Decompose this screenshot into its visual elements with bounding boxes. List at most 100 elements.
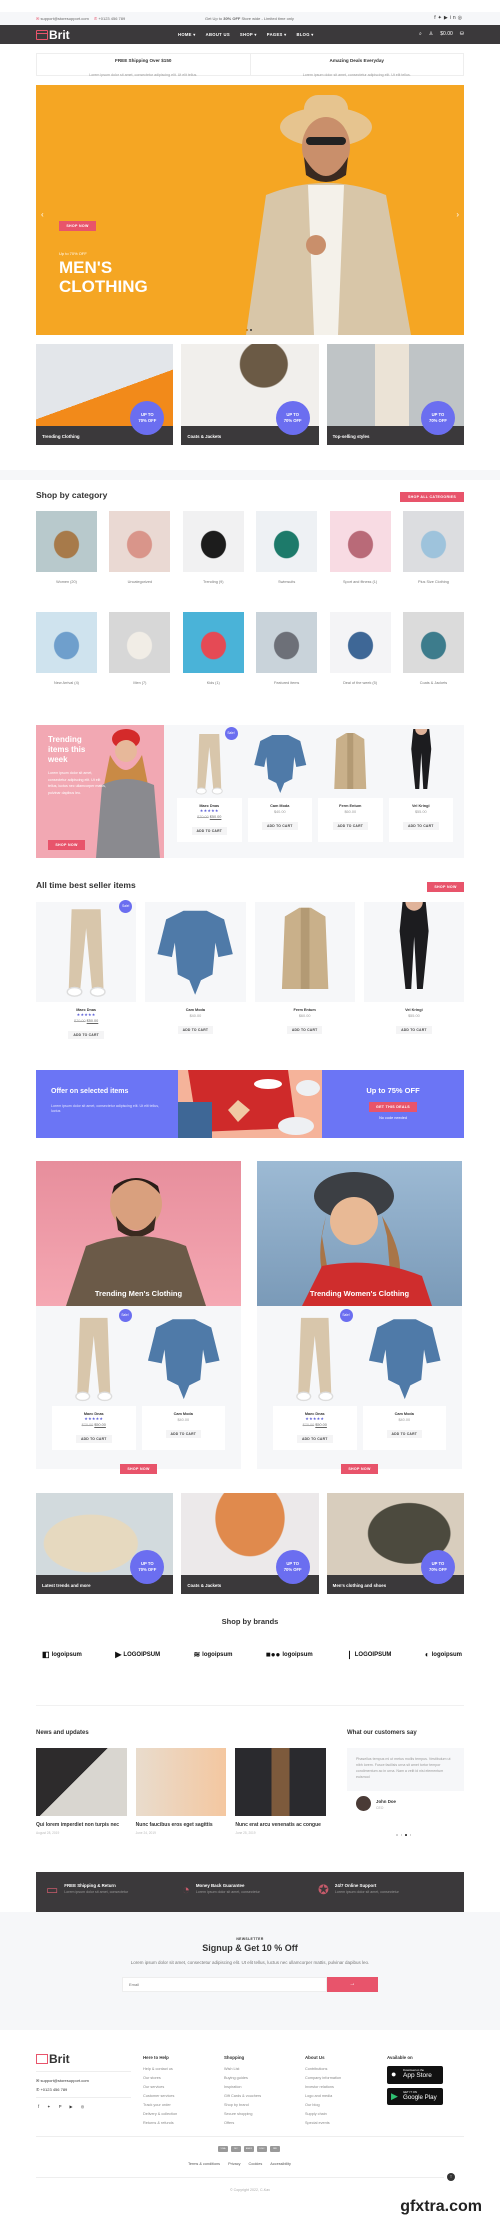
footer-link[interactable]: Returns & refunds <box>143 2119 177 2128</box>
add-to-cart-button[interactable]: ADD TO CART <box>297 1435 333 1443</box>
linkedin-icon[interactable]: in <box>450 15 458 21</box>
news-card[interactable]: Nunc erat arcu venenatis ac congue June 2… <box>235 1748 327 1835</box>
slider-dot[interactable] <box>396 1834 398 1836</box>
news-card[interactable]: Qui lorem imperdiet non turpis nec August… <box>36 1748 127 1835</box>
brand-logo[interactable]: ■●● logoipsum <box>266 1650 313 1659</box>
footer-link[interactable]: Supply chain <box>305 2110 341 2119</box>
legal-link[interactable]: Privacy <box>228 2162 240 2166</box>
product-card[interactable]: Cam Moda $40.00 ADD TO CART <box>141 1311 226 1450</box>
promo-tile[interactable]: UP TO 70% OFF Top-selling styles <box>326 344 464 445</box>
legal-link[interactable]: Cookies <box>249 2162 263 2166</box>
google-play-button[interactable]: ▶ GET IT ON Google Play <box>387 2088 443 2105</box>
instagram-icon[interactable]: ◎ <box>458 15 464 21</box>
shop-all-categories-button[interactable]: SHOP ALL CATEGORIES <box>400 492 464 502</box>
trending-shop-now-button[interactable]: SHOP NOW <box>48 840 85 850</box>
nav-about[interactable]: ABOUT US <box>206 32 230 37</box>
cart-total[interactable]: $0.00 <box>440 31 453 37</box>
footer-phone[interactable]: ✆ +0123 456 789 <box>36 2087 67 2092</box>
nav-pages[interactable]: PAGES ▾ <box>267 32 287 37</box>
footer-link[interactable]: Logo and media <box>305 2092 341 2101</box>
category-card[interactable]: Plus Size Clothing <box>402 511 464 584</box>
slider-next-icon[interactable]: › <box>456 210 459 219</box>
newsletter-submit-button[interactable]: → <box>327 1977 378 1992</box>
slider-dot[interactable] <box>250 329 252 331</box>
footer-link[interactable]: Help & contact us <box>143 2065 177 2074</box>
product-card[interactable]: Sale! Maec Dnas ★★★★★ $70.00 $50.00 ADD TO C… <box>52 1309 136 1450</box>
add-to-cart-button[interactable]: ADD TO CART <box>386 1430 422 1438</box>
product-card[interactable]: Vel Kringi $55.00 ADD TO CART <box>363 893 464 1046</box>
nav-blog[interactable]: BLOG ▾ <box>297 32 314 37</box>
category-card[interactable]: Trending (9) <box>182 511 244 584</box>
add-to-cart-button[interactable]: ADD TO CART <box>396 1026 432 1034</box>
brand-logo[interactable]: ◧ logoipsum <box>42 1650 82 1659</box>
app-store-button[interactable]: ● Download on the App Store <box>387 2066 443 2084</box>
footer-link[interactable]: Company information <box>305 2074 341 2083</box>
footer-link[interactable]: Offers <box>224 2119 261 2128</box>
footer-link[interactable]: Inspiration <box>224 2083 261 2092</box>
promo-tile[interactable]: UP TO 70% OFF Men's clothing and shoes <box>326 1493 464 1594</box>
category-card[interactable]: New Arrival (4) <box>36 612 97 685</box>
add-to-cart-button[interactable]: ADD TO CART <box>286 1026 323 1034</box>
footer-link[interactable]: Special events <box>305 2119 341 2128</box>
slider-dot[interactable] <box>246 329 248 331</box>
footer-link[interactable]: Customer services <box>143 2092 177 2101</box>
hero-shop-now-button[interactable]: SHOP NOW <box>59 221 96 231</box>
search-icon[interactable]: ⌕ <box>419 31 422 37</box>
product-name[interactable]: Cam Moda <box>142 1412 226 1416</box>
category-card[interactable]: Coats & Jackets <box>402 612 464 685</box>
product-card[interactable]: Cam Moda $40.00 ADD TO CART <box>145 902 246 1046</box>
product-card[interactable]: Sale! Maec Dnas ★★★★★ $70.00 $50.00 ADD TO C… <box>36 900 137 1046</box>
footer-link[interactable]: Our services <box>143 2083 177 2092</box>
add-to-cart-button[interactable]: ADD TO CART <box>403 822 439 830</box>
category-card[interactable]: Featured items <box>256 612 318 685</box>
footer-link[interactable]: Wish List <box>224 2065 261 2074</box>
bestseller-shop-now-button[interactable]: SHOP NOW <box>427 882 464 892</box>
product-card[interactable]: Vel Kringi $55.00 ADD TO CART <box>388 723 453 842</box>
footer-email[interactable]: ✉ support@storesupport.com <box>36 2078 89 2083</box>
news-title[interactable]: Qui lorem imperdiet non turpis nec <box>36 1822 127 1829</box>
footer-link[interactable]: Gift Cards & vouchers <box>224 2092 261 2101</box>
product-card[interactable]: Ferm Entum $60.00 ADD TO CART <box>254 902 355 1046</box>
brand-logo[interactable]: ≋ logoipsum <box>193 1650 232 1659</box>
category-card[interactable]: Swimsuits <box>256 511 318 584</box>
add-to-cart-button[interactable]: ADD TO CART <box>76 1435 112 1443</box>
facebook-icon[interactable]: f <box>38 2104 39 2109</box>
promo-tile[interactable]: UP TO 70% OFF Coats & Jackets <box>181 1493 319 1594</box>
add-to-cart-button[interactable]: ADD TO CART <box>262 822 298 830</box>
add-to-cart-button[interactable]: ADD TO CART <box>332 822 368 830</box>
footer-link[interactable]: Our blog <box>305 2101 341 2110</box>
promo-tile[interactable]: UP TO 70% OFF Latest trends and more <box>36 1493 174 1594</box>
brand-logo[interactable]: Brit <box>36 28 70 42</box>
footer-link[interactable]: Contributions <box>305 2065 341 2074</box>
youtube-icon[interactable]: ▶ <box>69 2104 72 2109</box>
trending-men-banner[interactable]: Trending Men's Clothing <box>36 1161 241 1306</box>
slider-dot[interactable] <box>400 1834 402 1836</box>
category-card[interactable]: Deal of the week (5) <box>329 612 391 685</box>
men-shop-now-button[interactable]: SHOP NOW <box>120 1464 157 1474</box>
get-deals-button[interactable]: GET THIS DEALS <box>369 1102 417 1112</box>
category-card[interactable]: Women (20) <box>36 511 97 584</box>
product-card[interactable]: Cam Moda $40.00 ADD TO CART <box>362 1311 446 1450</box>
news-title[interactable]: Nunc faucibus eros eget sagittis <box>136 1822 227 1829</box>
brand-logo[interactable]: ▶ LOGOIPSUM <box>115 1650 160 1659</box>
twitter-icon[interactable]: ✦ <box>47 2104 51 2109</box>
brand-logo[interactable]: ◐ logoipsum <box>425 1650 462 1659</box>
legal-link[interactable]: Accessibility <box>270 2162 291 2166</box>
user-icon[interactable]: ♙ <box>429 31 433 37</box>
footer-link[interactable]: Delivery & collection <box>143 2110 177 2119</box>
category-card[interactable]: Sport and fitness (1) <box>329 511 391 584</box>
slider-dot[interactable] <box>405 1834 407 1836</box>
category-card[interactable]: Men (7) <box>109 612 171 685</box>
footer-link[interactable]: Our stores <box>143 2074 177 2083</box>
nav-home[interactable]: HOME ▾ <box>178 32 196 37</box>
back-to-top-button[interactable]: ↑ <box>447 2173 455 2181</box>
product-name[interactable]: Cam Moda <box>248 804 313 808</box>
add-to-cart-button[interactable]: ADD TO CART <box>191 827 227 835</box>
footer-link[interactable]: Buying guides <box>224 2074 261 2083</box>
product-name[interactable]: Ferm Entum <box>255 1008 355 1012</box>
category-card[interactable]: Kids (1) <box>182 612 244 685</box>
topbar-email[interactable]: support@storesupport.com <box>40 16 88 21</box>
promo-tile[interactable]: UP TO 70% OFF Coats & Jackets <box>181 344 319 445</box>
footer-logo[interactable]: Brit <box>36 2052 70 2066</box>
add-to-cart-button[interactable]: ADD TO CART <box>68 1031 104 1039</box>
